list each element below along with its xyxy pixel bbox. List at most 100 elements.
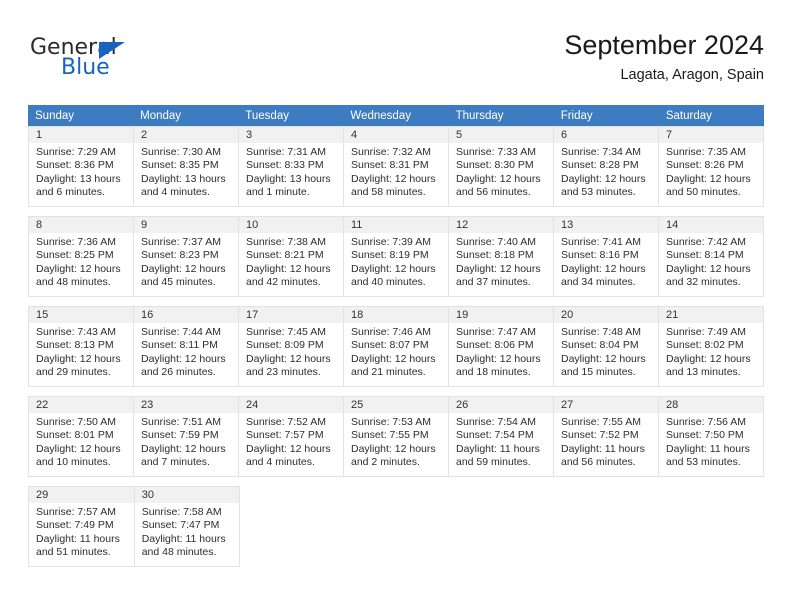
day-number: 11 bbox=[344, 216, 448, 233]
weekday-header-friday: Friday bbox=[560, 110, 593, 122]
daylight-text: Daylight: 12 hours and 42 minutes. bbox=[246, 262, 331, 289]
day-cell[interactable]: 4 Sunrise: 7:32 AM Sunset: 8:31 PM Dayli… bbox=[344, 126, 449, 207]
day-number bbox=[659, 486, 764, 503]
daylight-text: Daylight: 13 hours and 1 minute. bbox=[246, 172, 331, 199]
day-number: 19 bbox=[449, 306, 553, 323]
day-number: 20 bbox=[554, 306, 658, 323]
daylight-text: Daylight: 12 hours and 7 minutes. bbox=[141, 442, 226, 469]
day-cell[interactable]: 6 Sunrise: 7:34 AM Sunset: 8:28 PM Dayli… bbox=[554, 126, 659, 207]
day-number: 17 bbox=[239, 306, 343, 323]
day-cell[interactable]: 20 Sunrise: 7:48 AM Sunset: 8:04 PM Dayl… bbox=[554, 306, 659, 387]
general-blue-logo[interactable]: General Blue bbox=[28, 36, 238, 92]
day-cell[interactable]: 16 Sunrise: 7:44 AM Sunset: 8:11 PM Dayl… bbox=[134, 306, 239, 387]
sunrise-text: Sunrise: 7:58 AM bbox=[141, 506, 222, 518]
day-cell[interactable]: 17 Sunrise: 7:45 AM Sunset: 8:09 PM Dayl… bbox=[239, 306, 344, 387]
day-cell[interactable]: 8 Sunrise: 7:36 AM Sunset: 8:25 PM Dayli… bbox=[28, 216, 134, 297]
day-details: Sunrise: 7:41 AM Sunset: 8:16 PM Dayligh… bbox=[554, 233, 658, 294]
sunrise-text: Sunrise: 7:48 AM bbox=[561, 326, 641, 338]
daylight-text: Daylight: 12 hours and 45 minutes. bbox=[141, 262, 226, 289]
daylight-text: Daylight: 12 hours and 50 minutes. bbox=[666, 172, 751, 199]
day-cell[interactable]: 29 Sunrise: 7:57 AM Sunset: 7:49 PM Dayl… bbox=[28, 486, 135, 567]
sunrise-text: Sunrise: 7:37 AM bbox=[141, 236, 221, 248]
day-details: Sunrise: 7:42 AM Sunset: 8:14 PM Dayligh… bbox=[659, 233, 763, 294]
sunset-text: Sunset: 8:28 PM bbox=[561, 159, 639, 172]
sunrise-text: Sunrise: 7:38 AM bbox=[246, 236, 326, 248]
day-cell[interactable]: 19 Sunrise: 7:47 AM Sunset: 8:06 PM Dayl… bbox=[449, 306, 554, 387]
day-cell[interactable]: 28 Sunrise: 7:56 AM Sunset: 7:50 PM Dayl… bbox=[659, 396, 764, 477]
day-number: 6 bbox=[554, 126, 658, 143]
day-details: Sunrise: 7:43 AM Sunset: 8:13 PM Dayligh… bbox=[29, 323, 133, 384]
sunset-text: Sunset: 7:57 PM bbox=[246, 429, 324, 442]
sunrise-text: Sunrise: 7:40 AM bbox=[456, 236, 536, 248]
daylight-text: Daylight: 11 hours and 51 minutes. bbox=[36, 532, 120, 559]
sunrise-text: Sunrise: 7:32 AM bbox=[351, 146, 431, 158]
day-number bbox=[240, 486, 345, 503]
day-cell[interactable]: 22 Sunrise: 7:50 AM Sunset: 8:01 PM Dayl… bbox=[28, 396, 134, 477]
day-cell[interactable]: 3 Sunrise: 7:31 AM Sunset: 8:33 PM Dayli… bbox=[239, 126, 344, 207]
sunrise-text: Sunrise: 7:41 AM bbox=[561, 236, 641, 248]
sunset-text: Sunset: 8:02 PM bbox=[666, 339, 744, 352]
sunset-text: Sunset: 8:35 PM bbox=[141, 159, 219, 172]
day-cell[interactable]: 7 Sunrise: 7:35 AM Sunset: 8:26 PM Dayli… bbox=[659, 126, 764, 207]
daylight-text: Daylight: 11 hours and 48 minutes. bbox=[141, 532, 226, 559]
day-number: 1 bbox=[29, 126, 133, 143]
day-cell[interactable]: 15 Sunrise: 7:43 AM Sunset: 8:13 PM Dayl… bbox=[28, 306, 134, 387]
day-cell[interactable]: 30 Sunrise: 7:58 AM Sunset: 7:47 PM Dayl… bbox=[134, 486, 241, 567]
day-number: 30 bbox=[134, 486, 240, 503]
day-cell[interactable]: 11 Sunrise: 7:39 AM Sunset: 8:19 PM Dayl… bbox=[344, 216, 449, 297]
sunset-text: Sunset: 7:47 PM bbox=[141, 519, 220, 532]
daylight-text: Daylight: 12 hours and 15 minutes. bbox=[561, 352, 646, 379]
day-details: Sunrise: 7:32 AM Sunset: 8:31 PM Dayligh… bbox=[344, 143, 448, 204]
day-cell[interactable]: 24 Sunrise: 7:52 AM Sunset: 7:57 PM Dayl… bbox=[239, 396, 344, 477]
day-number: 29 bbox=[29, 486, 134, 503]
day-cell[interactable]: 21 Sunrise: 7:49 AM Sunset: 8:02 PM Dayl… bbox=[659, 306, 764, 387]
day-details: Sunrise: 7:51 AM Sunset: 7:59 PM Dayligh… bbox=[134, 413, 238, 474]
day-cell[interactable]: 25 Sunrise: 7:53 AM Sunset: 7:55 PM Dayl… bbox=[344, 396, 449, 477]
weekday-header-saturday: Saturday bbox=[665, 110, 712, 122]
day-cell[interactable]: 23 Sunrise: 7:51 AM Sunset: 7:59 PM Dayl… bbox=[134, 396, 239, 477]
day-number: 2 bbox=[134, 126, 238, 143]
sunset-text: Sunset: 8:21 PM bbox=[246, 249, 324, 262]
daylight-text: Daylight: 12 hours and 10 minutes. bbox=[36, 442, 121, 469]
daylight-text: Daylight: 13 hours and 4 minutes. bbox=[141, 172, 226, 199]
day-details: Sunrise: 7:46 AM Sunset: 8:07 PM Dayligh… bbox=[344, 323, 448, 384]
day-number: 21 bbox=[659, 306, 763, 323]
sunrise-text: Sunrise: 7:33 AM bbox=[456, 146, 536, 158]
sunset-text: Sunset: 8:23 PM bbox=[141, 249, 219, 262]
day-details: Sunrise: 7:37 AM Sunset: 8:23 PM Dayligh… bbox=[134, 233, 238, 294]
sunrise-text: Sunrise: 7:52 AM bbox=[246, 416, 326, 428]
day-number: 9 bbox=[134, 216, 238, 233]
day-details: Sunrise: 7:50 AM Sunset: 8:01 PM Dayligh… bbox=[29, 413, 133, 474]
day-cell[interactable]: 2 Sunrise: 7:30 AM Sunset: 8:35 PM Dayli… bbox=[134, 126, 239, 207]
daylight-text: Daylight: 11 hours and 56 minutes. bbox=[561, 442, 645, 469]
day-number: 24 bbox=[239, 396, 343, 413]
day-number: 18 bbox=[344, 306, 448, 323]
day-cell[interactable]: 27 Sunrise: 7:55 AM Sunset: 7:52 PM Dayl… bbox=[554, 396, 659, 477]
day-cell[interactable]: 9 Sunrise: 7:37 AM Sunset: 8:23 PM Dayli… bbox=[134, 216, 239, 297]
sunrise-text: Sunrise: 7:53 AM bbox=[351, 416, 431, 428]
day-number: 7 bbox=[659, 126, 763, 143]
day-cell[interactable]: 12 Sunrise: 7:40 AM Sunset: 8:18 PM Dayl… bbox=[449, 216, 554, 297]
day-cell[interactable]: 5 Sunrise: 7:33 AM Sunset: 8:30 PM Dayli… bbox=[449, 126, 554, 207]
day-cell[interactable]: 10 Sunrise: 7:38 AM Sunset: 8:21 PM Dayl… bbox=[239, 216, 344, 297]
day-details: Sunrise: 7:35 AM Sunset: 8:26 PM Dayligh… bbox=[659, 143, 763, 204]
day-cell[interactable]: 14 Sunrise: 7:42 AM Sunset: 8:14 PM Dayl… bbox=[659, 216, 764, 297]
day-details: Sunrise: 7:52 AM Sunset: 7:57 PM Dayligh… bbox=[239, 413, 343, 474]
daylight-text: Daylight: 12 hours and 34 minutes. bbox=[561, 262, 646, 289]
daylight-text: Daylight: 12 hours and 26 minutes. bbox=[141, 352, 226, 379]
daylight-text: Daylight: 12 hours and 2 minutes. bbox=[351, 442, 436, 469]
sunset-text: Sunset: 8:01 PM bbox=[36, 429, 114, 442]
daylight-text: Daylight: 12 hours and 18 minutes. bbox=[456, 352, 541, 379]
page-header: General Blue September 2024 Lagata, Arag… bbox=[28, 28, 764, 98]
sunrise-text: Sunrise: 7:42 AM bbox=[666, 236, 746, 248]
calendar-grid: Sunday Monday Tuesday Wednesday Thursday… bbox=[28, 105, 764, 567]
day-number bbox=[555, 486, 660, 503]
day-number: 3 bbox=[239, 126, 343, 143]
day-cell[interactable]: 1 Sunrise: 7:29 AM Sunset: 8:36 PM Dayli… bbox=[28, 126, 134, 207]
day-cell[interactable]: 26 Sunrise: 7:54 AM Sunset: 7:54 PM Dayl… bbox=[449, 396, 554, 477]
daylight-text: Daylight: 12 hours and 32 minutes. bbox=[666, 262, 751, 289]
sunrise-text: Sunrise: 7:57 AM bbox=[36, 506, 116, 518]
day-cell[interactable]: 18 Sunrise: 7:46 AM Sunset: 8:07 PM Dayl… bbox=[344, 306, 449, 387]
day-number: 8 bbox=[29, 216, 133, 233]
day-cell[interactable]: 13 Sunrise: 7:41 AM Sunset: 8:16 PM Dayl… bbox=[554, 216, 659, 297]
